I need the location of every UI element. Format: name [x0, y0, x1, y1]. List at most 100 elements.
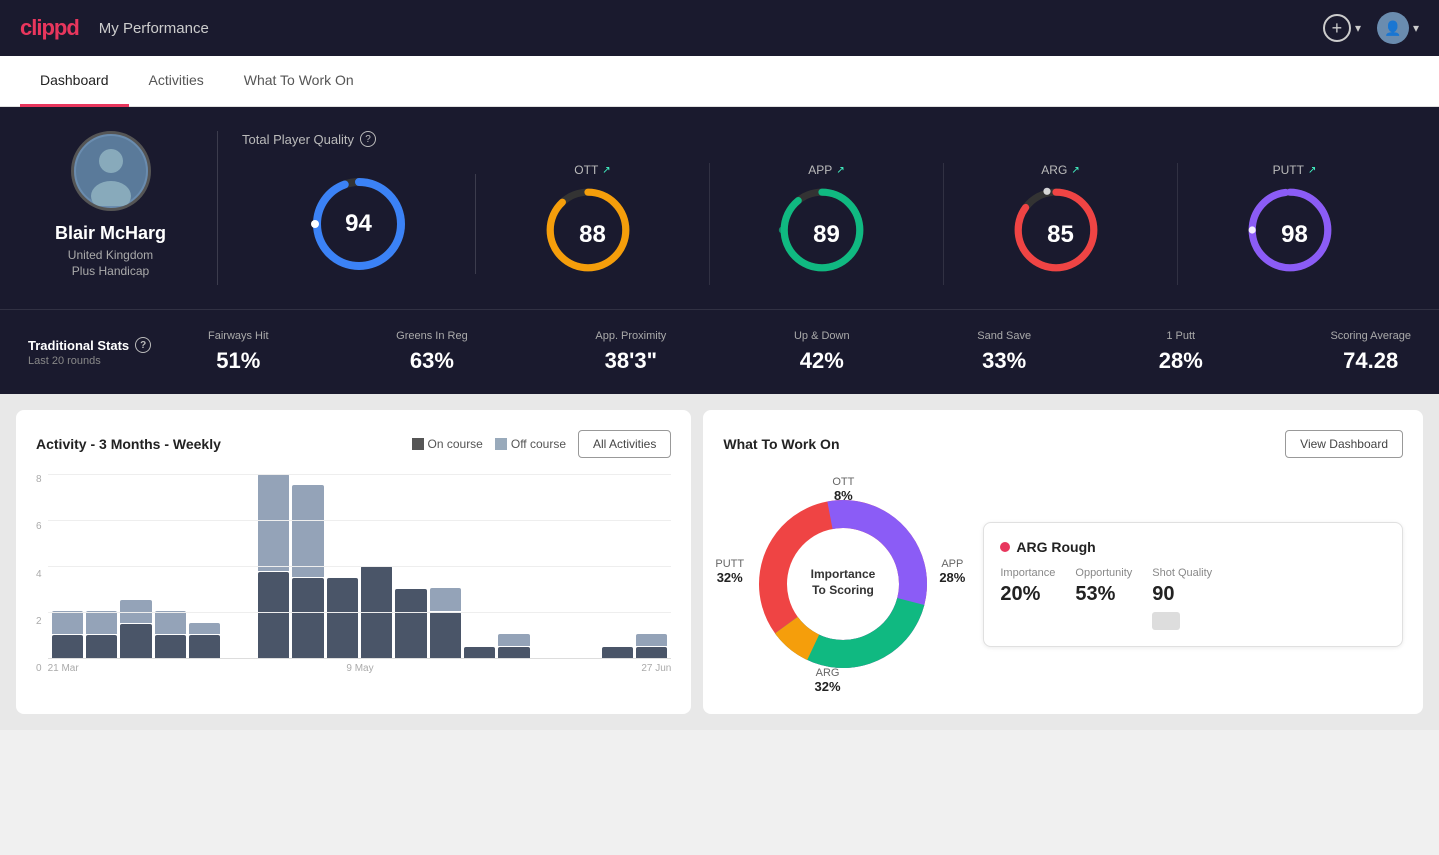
ott-segment-label: OTT 8%	[832, 476, 854, 503]
nav-tabs: Dashboard Activities What To Work On	[0, 56, 1439, 107]
wtwo-card: ARG Rough Importance 20% Opportunity 53%…	[983, 522, 1403, 647]
ott-trend-icon: ↗	[602, 165, 610, 176]
donut-chart: Importance To Scoring OTT 8% APP 28% ARG…	[723, 474, 963, 694]
stat-app-proximity: App. Proximity 38'3"	[595, 330, 666, 374]
ott-score-value: 88	[579, 221, 606, 249]
stat-1-putt: 1 Putt 28%	[1159, 330, 1203, 374]
stat-greens-in-reg: Greens In Reg 63%	[396, 330, 468, 374]
putt-score-item: PUTT ↗ 98	[1178, 163, 1411, 285]
wtwo-panel-header: What To Work On View Dashboard	[723, 430, 1403, 458]
total-score-item: 94	[242, 174, 476, 274]
activity-panel-header: Activity - 3 Months - Weekly On course O…	[36, 430, 671, 458]
hero-profile: Blair McHarg United Kingdom Plus Handica…	[28, 131, 218, 285]
avatar-chevron-icon: ▾	[1413, 21, 1419, 35]
all-activities-button[interactable]: All Activities	[578, 430, 671, 458]
user-avatar-button[interactable]: 👤 ▾	[1377, 12, 1419, 44]
putt-ring: 98	[1245, 185, 1345, 285]
offcourse-dot	[495, 438, 507, 450]
stat-fairways-hit: Fairways Hit 51%	[208, 330, 269, 374]
tab-activities[interactable]: Activities	[129, 56, 224, 107]
arg-segment-label: ARG 32%	[815, 667, 841, 694]
avatar: 👤	[1377, 12, 1409, 44]
putt-segment-label: PUTT 32%	[715, 558, 744, 585]
chart-legend: On course Off course	[412, 437, 567, 451]
x-axis: 21 Mar 9 May 27 Jun	[48, 659, 672, 674]
sand-save-value: 33%	[982, 348, 1026, 374]
sand-save-label: Sand Save	[977, 330, 1031, 342]
bars-container	[48, 474, 672, 659]
hero-section: Blair McHarg United Kingdom Plus Handica…	[0, 107, 1439, 309]
grid-line-2	[48, 520, 672, 566]
legend-offcourse: Off course	[495, 437, 566, 451]
oncourse-dot	[412, 438, 424, 450]
wtwo-card-container: ARG Rough Importance 20% Opportunity 53%…	[983, 522, 1403, 647]
profile-name: Blair McHarg	[55, 223, 166, 244]
header: clippd My Performance + ▾ 👤 ▾	[0, 0, 1439, 56]
add-button[interactable]: + ▾	[1323, 14, 1361, 42]
app-proximity-value: 38'3"	[605, 348, 657, 374]
svg-text:To Scoring: To Scoring	[812, 583, 874, 597]
metric-opportunity: Opportunity 53%	[1075, 567, 1132, 630]
total-ring: 94	[309, 174, 409, 274]
putt-trend-icon: ↗	[1308, 165, 1316, 176]
profile-handicap: Plus Handicap	[72, 264, 149, 278]
trad-stats-title: Traditional Stats ?	[28, 337, 208, 353]
header-title: My Performance	[99, 20, 209, 37]
app-label: APP ↗	[808, 163, 844, 177]
hero-stats: Total Player Quality ? 94 OTT ↗	[218, 131, 1411, 285]
ott-score-item: OTT ↗ 88	[476, 163, 710, 285]
trad-stat-items: Fairways Hit 51% Greens In Reg 63% App. …	[208, 330, 1411, 374]
chevron-down-icon: ▾	[1355, 21, 1361, 35]
arg-label: ARG ↗	[1041, 163, 1079, 177]
trad-stats-label: Traditional Stats ? Last 20 rounds	[28, 337, 208, 367]
stat-scoring-avg: Scoring Average 74.28	[1330, 330, 1411, 374]
scoring-avg-label: Scoring Average	[1330, 330, 1411, 342]
app-score-value: 89	[813, 221, 840, 249]
arg-trend-icon: ↗	[1071, 165, 1079, 176]
header-left: clippd My Performance	[20, 15, 209, 41]
logo-text[interactable]: clippd	[20, 15, 79, 41]
trad-info-icon[interactable]: ?	[135, 337, 151, 353]
app-segment-label: APP 28%	[939, 558, 965, 585]
fairways-hit-label: Fairways Hit	[208, 330, 269, 342]
activity-panel-title: Activity - 3 Months - Weekly	[36, 436, 221, 452]
shot-quality-badge	[1152, 612, 1180, 630]
profile-avatar	[71, 131, 151, 211]
scoring-avg-value: 74.28	[1343, 348, 1398, 374]
up-down-value: 42%	[800, 348, 844, 374]
app-trend-icon: ↗	[836, 165, 844, 176]
profile-country: United Kingdom	[68, 248, 153, 262]
bars-area: 21 Mar 9 May 27 Jun	[48, 474, 672, 674]
app-score-item: APP ↗ 89	[710, 163, 944, 285]
grid-line-1	[48, 474, 672, 520]
activity-panel: Activity - 3 Months - Weekly On course O…	[16, 410, 691, 714]
bottom-panels: Activity - 3 Months - Weekly On course O…	[0, 394, 1439, 730]
plus-icon: +	[1323, 14, 1351, 42]
putt-score-value: 98	[1281, 221, 1308, 249]
metric-shot-quality: Shot Quality 90	[1152, 567, 1212, 630]
metric-importance: Importance 20%	[1000, 567, 1055, 630]
ott-label: OTT ↗	[574, 163, 610, 177]
arg-ring: 85	[1011, 185, 1111, 285]
view-dashboard-button[interactable]: View Dashboard	[1285, 430, 1403, 458]
legend-oncourse: On course	[412, 437, 483, 451]
info-icon[interactable]: ?	[360, 131, 376, 147]
one-putt-value: 28%	[1159, 348, 1203, 374]
fairways-hit-value: 51%	[216, 348, 260, 374]
card-dot-icon	[1000, 542, 1010, 552]
tab-dashboard[interactable]: Dashboard	[20, 56, 129, 107]
wtwo-content: Importance To Scoring OTT 8% APP 28% ARG…	[723, 474, 1403, 694]
traditional-stats: Traditional Stats ? Last 20 rounds Fairw…	[0, 309, 1439, 394]
score-circles: 94 OTT ↗ 88 APP	[242, 163, 1411, 285]
wtwo-card-title: ARG Rough	[1000, 539, 1386, 555]
ott-ring: 88	[543, 185, 643, 285]
app-proximity-label: App. Proximity	[595, 330, 666, 342]
one-putt-label: 1 Putt	[1166, 330, 1195, 342]
wtwo-panel-title: What To Work On	[723, 436, 839, 452]
trad-stats-subtitle: Last 20 rounds	[28, 355, 208, 367]
tab-what-to-work-on[interactable]: What To Work On	[224, 56, 374, 107]
greens-in-reg-label: Greens In Reg	[396, 330, 468, 342]
grid-lines	[48, 474, 672, 658]
putt-label: PUTT ↗	[1273, 163, 1317, 177]
stat-sand-save: Sand Save 33%	[977, 330, 1031, 374]
